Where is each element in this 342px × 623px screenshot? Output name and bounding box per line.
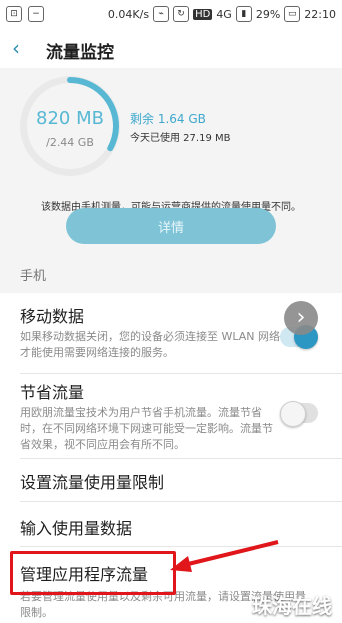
usage-panel: 820 MB /2.44 GB 剩余 1.64 GB 今天已使用 27.19 M… (0, 68, 342, 256)
today-usage: 今天已使用 27.19 MB (130, 133, 231, 144)
highlight-box (10, 551, 176, 595)
item-desc-save-data: 用欧朋流量宝技术为用户节省手机流量。流量节省时，在不同网络环境下网速可能受一定影… (20, 406, 273, 451)
time: 22:10 (304, 7, 336, 21)
list-item-set-limit[interactable]: 设置流量使用量限制 (0, 469, 342, 509)
sync-icon: ↻ (173, 6, 190, 22)
status-right: 0.04K/s ⌁ ↻ HD 4G ▮ 29% ▭ 22:10 (108, 6, 336, 22)
item-title-save-data: 节省流量 (20, 383, 85, 402)
minus-icon: − (28, 6, 44, 22)
page-title: 流量监控 (46, 43, 114, 63)
section-title: 手机 (20, 269, 47, 284)
battery-icon: ▭ (284, 6, 301, 22)
divider (20, 501, 342, 502)
item-title-set-limit: 设置流量使用量限制 (20, 473, 165, 492)
forward-arrow-icon[interactable]: › (284, 301, 318, 335)
signal-icon: ▮ (235, 6, 252, 22)
notification-icon: ⊡ (6, 6, 22, 22)
network-speed: 0.04K/s (107, 7, 150, 21)
red-arrow-icon (170, 540, 279, 572)
total-amount: /2.44 GB (46, 136, 94, 149)
divider (20, 458, 342, 459)
section-header: 手机 (0, 256, 342, 293)
wifi-icon: ⌁ (153, 6, 170, 22)
usage-ring: 820 MB /2.44 GB (20, 76, 120, 176)
hd-badge: HD (193, 8, 213, 20)
details-button[interactable]: 详情 (66, 208, 276, 244)
item-title-mobile-data: 移动数据 (20, 307, 85, 326)
app-bar: ‹ 流量监控 (0, 28, 342, 68)
list-item-mobile-data[interactable]: 移动数据 如果移动数据关闭，您的设备必须连接至 WLAN 网络才能使用需要网络连… (0, 301, 342, 373)
network-type: 4G (216, 7, 232, 21)
watermark: 珠海在线 (252, 594, 332, 618)
status-left: ⊡ − (6, 6, 44, 22)
remaining-amount: 剩余 1.64 GB (130, 112, 206, 126)
arrow-shaft (179, 540, 279, 568)
list-item-save-data[interactable]: 节省流量 用欧朋流量宝技术为用户节省手机流量。流量节省时，在不同网络环境下网速可… (0, 379, 342, 459)
arrow-head (170, 556, 192, 572)
back-arrow-icon[interactable]: ‹ (12, 36, 20, 60)
status-bar: ⊡ − 0.04K/s ⌁ ↻ HD 4G ▮ 29% ▭ 22:10 (0, 0, 342, 28)
toggle-knob (280, 401, 306, 427)
item-title-input-usage: 输入使用量数据 (20, 519, 133, 538)
save-data-toggle[interactable] (280, 401, 318, 427)
item-desc-mobile-data: 如果移动数据关闭，您的设备必须连接至 WLAN 网络才能使用需要网络连接的服务。 (20, 330, 281, 359)
battery-percent: 29% (255, 7, 281, 21)
used-amount: 820 MB (36, 108, 104, 129)
divider (20, 373, 342, 374)
